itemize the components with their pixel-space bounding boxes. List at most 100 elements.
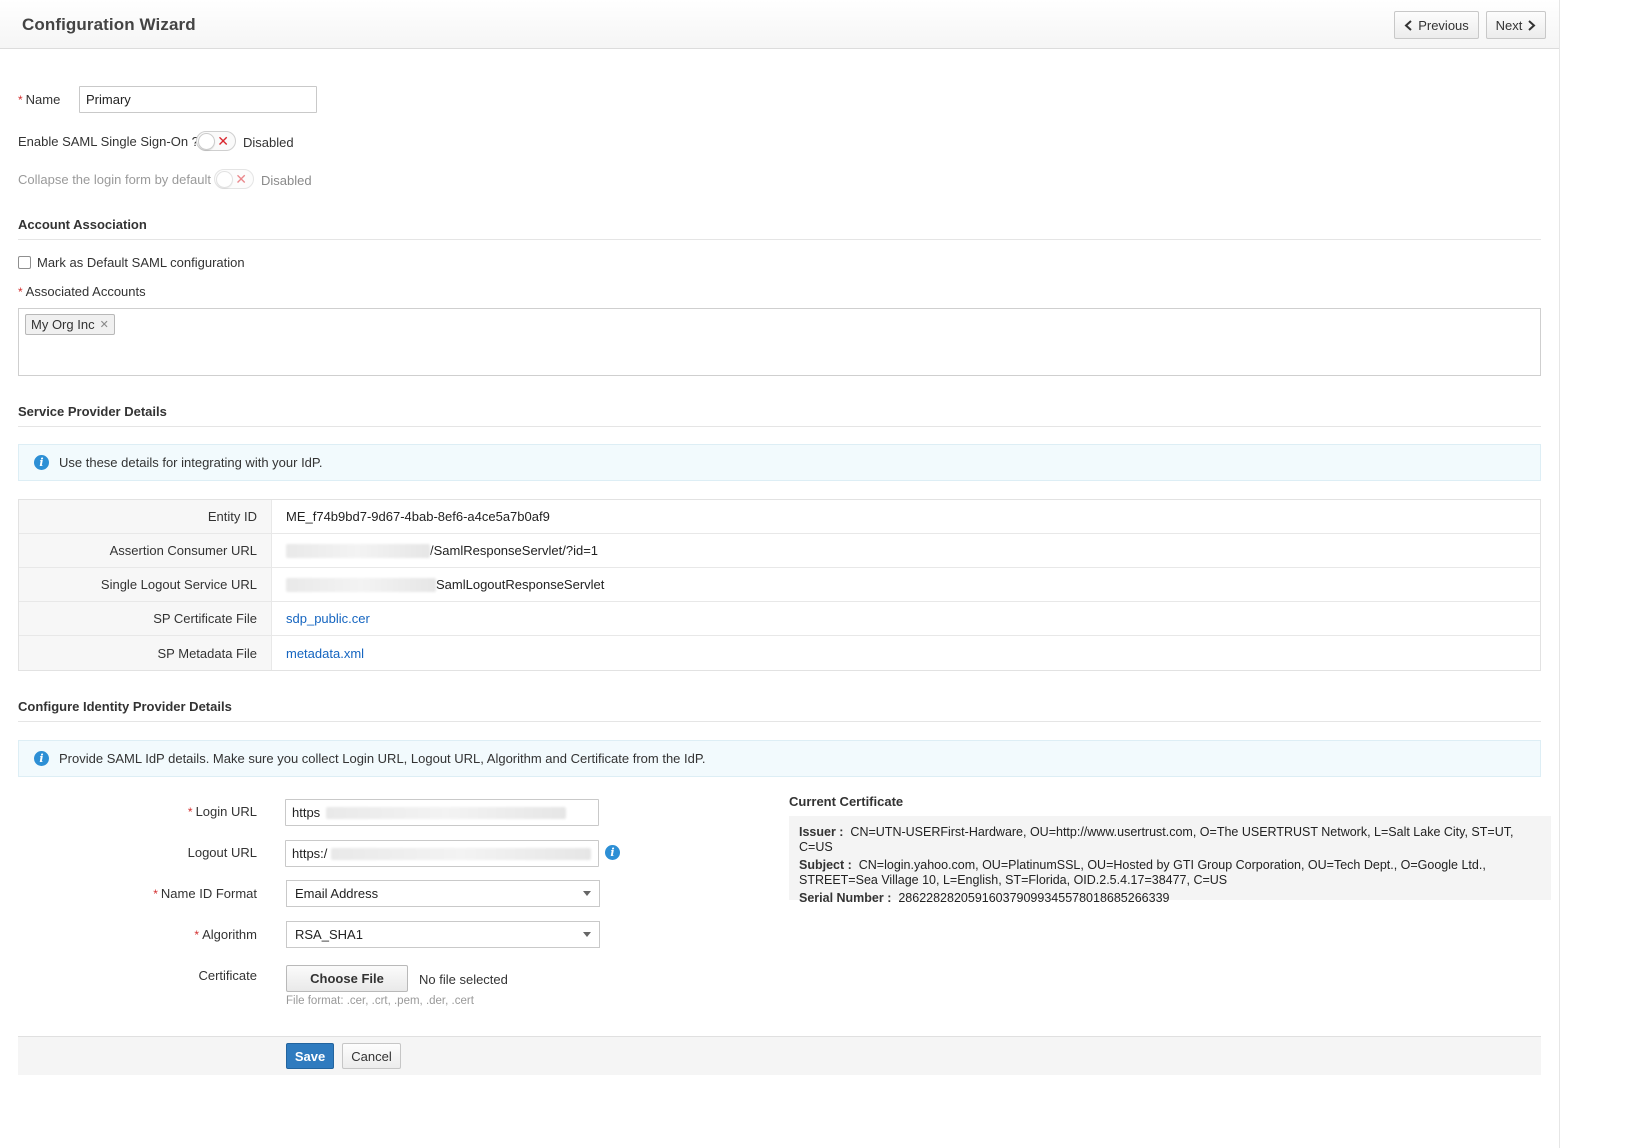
- redacted-text: [331, 847, 592, 860]
- service-provider-info: i Use these details for integrating with…: [18, 444, 1541, 481]
- chevron-left-icon: [1404, 19, 1412, 31]
- name-input-value: Primary: [86, 92, 131, 107]
- slo-url-value: SamlLogoutResponseServlet: [436, 577, 605, 592]
- page-title: Configuration Wizard: [22, 15, 196, 34]
- account-tag-label: My Org Inc: [31, 317, 95, 332]
- algorithm-select[interactable]: RSA_SHA1: [286, 921, 600, 948]
- logout-url-input[interactable]: https:/: [285, 840, 599, 867]
- close-icon: ✕: [217, 133, 229, 149]
- enable-sso-label: Enable SAML Single Sign-On ?: [18, 134, 199, 149]
- required-asterisk: *: [153, 887, 158, 901]
- toggle-knob: [216, 171, 233, 188]
- entity-id-value: ME_f74b9bd7-9d67-4bab-8ef6-a4ce5a7b0af9: [286, 509, 550, 524]
- logout-url-label: Logout URL: [187, 845, 257, 860]
- acs-url-value: /SamlResponseServlet/?id=1: [430, 543, 599, 558]
- account-association-title: Account Association: [18, 217, 147, 232]
- sp-metadata-cell: metadata.xml: [272, 636, 364, 670]
- table-row: SP Certificate File sdp_public.cer: [19, 602, 1540, 636]
- algorithm-value: RSA_SHA1: [295, 927, 363, 942]
- service-provider-table: Entity ID ME_f74b9bd7-9d67-4bab-8ef6-a4c…: [18, 499, 1541, 671]
- serial-row: Serial Number : 286228282059160379099345…: [799, 891, 1541, 906]
- info-icon[interactable]: i: [605, 845, 620, 860]
- login-url-label: * Login URL: [187, 804, 257, 819]
- sp-certificate-cell: sdp_public.cer: [272, 602, 370, 635]
- redacted-text: [326, 806, 567, 819]
- default-saml-checkbox[interactable]: [18, 256, 31, 269]
- name-id-format-value: Email Address: [295, 886, 379, 901]
- name-id-format-label: * Name ID Format: [153, 886, 257, 901]
- file-format-hint: File format: .cer, .crt, .pem, .der, .ce…: [286, 995, 474, 1007]
- sp-metadata-key: SP Metadata File: [19, 636, 272, 670]
- sp-certificate-link[interactable]: sdp_public.cer: [286, 611, 370, 626]
- info-icon: i: [34, 751, 49, 766]
- collapse-login-label: Collapse the login form by default: [18, 172, 211, 187]
- acs-url-value-cell: /SamlResponseServlet/?id=1: [272, 534, 598, 567]
- identity-provider-info-text: Provide SAML IdP details. Make sure you …: [59, 751, 706, 766]
- redacted-text: [286, 543, 430, 558]
- current-certificate-title: Current Certificate: [789, 794, 904, 809]
- associated-accounts-input[interactable]: My Org Inc ✕: [18, 308, 1541, 376]
- chevron-right-icon: [1528, 19, 1536, 31]
- algorithm-label: * Algorithm: [194, 927, 257, 942]
- serial-label: Serial Number :: [799, 891, 892, 905]
- divider: [18, 426, 1541, 427]
- no-file-text: No file selected: [419, 972, 508, 987]
- remove-tag-icon[interactable]: ✕: [100, 318, 109, 331]
- acs-url-key: Assertion Consumer URL: [19, 534, 272, 567]
- account-tag: My Org Inc ✕: [25, 314, 115, 335]
- chevron-down-icon: [583, 932, 591, 937]
- table-row: Assertion Consumer URL /SamlResponseServ…: [19, 534, 1540, 568]
- next-button[interactable]: Next: [1486, 11, 1546, 39]
- page-right-border: [1559, 0, 1560, 1148]
- entity-id-key: Entity ID: [19, 500, 272, 533]
- name-label: * Name: [18, 92, 61, 107]
- slo-url-key: Single Logout Service URL: [19, 568, 272, 601]
- enable-sso-state: Disabled: [243, 135, 294, 150]
- close-icon: ✕: [235, 171, 247, 187]
- info-icon: i: [34, 455, 49, 470]
- login-url-value: https: [292, 805, 321, 820]
- required-asterisk: *: [18, 285, 23, 299]
- previous-label: Previous: [1418, 17, 1469, 33]
- name-input[interactable]: Primary: [79, 86, 317, 113]
- slo-url-value-cell: SamlLogoutResponseServlet: [272, 568, 604, 601]
- collapse-login-state: Disabled: [261, 173, 312, 188]
- save-button[interactable]: Save: [286, 1043, 334, 1069]
- chevron-down-icon: [583, 891, 591, 896]
- sp-certificate-key: SP Certificate File: [19, 602, 272, 635]
- serial-value: 286228282059160379099345578018685266339: [898, 891, 1170, 905]
- toggle-knob: [198, 133, 215, 150]
- certificate-label: Certificate: [198, 968, 257, 983]
- enable-sso-toggle[interactable]: ✕: [196, 131, 236, 151]
- login-url-input[interactable]: https: [285, 799, 599, 826]
- identity-provider-info: i Provide SAML IdP details. Make sure yo…: [18, 740, 1541, 777]
- current-certificate-box: Issuer : CN=UTN-USERFirst-Hardware, OU=h…: [789, 816, 1551, 905]
- service-provider-title: Service Provider Details: [18, 404, 167, 419]
- associated-accounts-label: * Associated Accounts: [18, 284, 146, 299]
- service-provider-info-text: Use these details for integrating with y…: [59, 455, 323, 470]
- default-saml-label: Mark as Default SAML configuration: [37, 255, 245, 270]
- required-asterisk: *: [194, 928, 200, 942]
- previous-button[interactable]: Previous: [1394, 11, 1479, 39]
- sp-metadata-link[interactable]: metadata.xml: [286, 646, 364, 661]
- form-footer: [18, 1036, 1541, 1075]
- table-row: Single Logout Service URL SamlLogoutResp…: [19, 568, 1540, 602]
- subject-label: Subject :: [799, 858, 852, 872]
- divider: [18, 239, 1541, 240]
- subject-value: CN=login.yahoo.com, OU=PlatinumSSL, OU=H…: [799, 858, 1486, 887]
- redacted-text: [286, 577, 436, 592]
- divider: [18, 721, 1541, 722]
- wizard-header: Configuration Wizard Previous Next: [0, 0, 1559, 49]
- issuer-label: Issuer :: [799, 825, 844, 839]
- issuer-row: Issuer : CN=UTN-USERFirst-Hardware, OU=h…: [799, 825, 1541, 855]
- identity-provider-title: Configure Identity Provider Details: [18, 699, 232, 714]
- collapse-login-toggle[interactable]: ✕: [214, 169, 254, 189]
- table-row: Entity ID ME_f74b9bd7-9d67-4bab-8ef6-a4c…: [19, 500, 1540, 534]
- required-asterisk: *: [18, 93, 23, 107]
- next-label: Next: [1495, 17, 1523, 33]
- choose-file-button[interactable]: Choose File: [286, 965, 408, 992]
- logout-url-value: https:/: [292, 846, 328, 861]
- table-row: SP Metadata File metadata.xml: [19, 636, 1540, 670]
- name-id-format-select[interactable]: Email Address: [286, 880, 600, 907]
- cancel-button[interactable]: Cancel: [342, 1043, 401, 1069]
